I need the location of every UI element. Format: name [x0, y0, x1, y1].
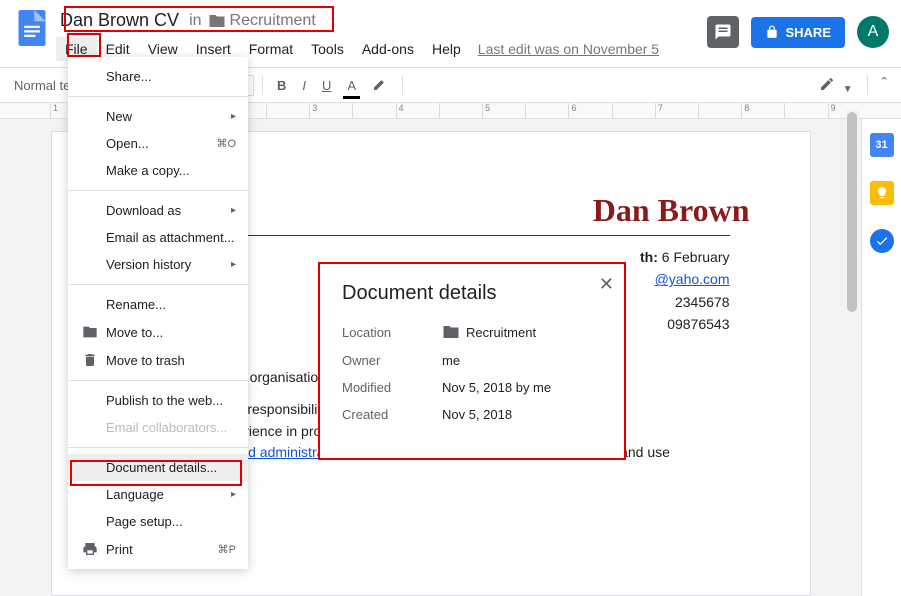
fm-download-as[interactable]: Download as▸ — [68, 197, 248, 224]
hide-menus-button[interactable]: ˆ — [876, 72, 893, 98]
side-panel: 31 — [861, 119, 901, 596]
lock-icon — [765, 25, 779, 39]
dialog-location-label: Location — [342, 325, 442, 340]
document-details-dialog: ✕ Document details Location Recruitment … — [318, 262, 626, 460]
fm-publish[interactable]: Publish to the web... — [68, 387, 248, 414]
fm-email-collab: Email collaborators... — [68, 414, 248, 441]
fm-page-setup[interactable]: Page setup... — [68, 508, 248, 535]
ruler-mark — [698, 103, 741, 118]
dialog-created-label: Created — [342, 407, 442, 422]
vertical-scrollbar[interactable] — [845, 110, 859, 587]
folder-name: Recruitment — [230, 12, 316, 30]
last-edit-link[interactable]: Last edit was on November 5 — [478, 41, 659, 57]
dialog-modified-value: Nov 5, 2018 by me — [442, 380, 602, 395]
underline-button[interactable]: U — [316, 74, 337, 97]
folder-icon — [82, 324, 98, 340]
fm-share[interactable]: Share... — [68, 63, 248, 90]
fm-print[interactable]: Print⌘P — [68, 535, 248, 563]
fm-move-to-trash[interactable]: Move to trash — [68, 346, 248, 374]
menu-tools[interactable]: Tools — [302, 37, 353, 61]
share-label: SHARE — [785, 25, 831, 40]
title-in-label: in — [189, 12, 201, 30]
ruler-mark — [784, 103, 827, 118]
folder-icon — [208, 12, 226, 30]
dialog-close-button[interactable]: ✕ — [599, 274, 614, 295]
fm-move-to[interactable]: Move to... — [68, 318, 248, 346]
chevron-right-icon: ▸ — [231, 489, 236, 500]
dialog-modified-label: Modified — [342, 380, 442, 395]
ruler-mark — [352, 103, 395, 118]
calendar-panel-icon[interactable]: 31 — [870, 133, 894, 157]
fm-new[interactable]: New▸ — [68, 103, 248, 130]
menu-help[interactable]: Help — [423, 37, 470, 61]
fm-language[interactable]: Language▸ — [68, 481, 248, 508]
ruler-mark — [439, 103, 482, 118]
ruler-mark: 7 — [655, 103, 698, 118]
dialog-location-value[interactable]: Recruitment — [442, 323, 602, 341]
folder-icon — [442, 323, 460, 341]
highlight-button[interactable] — [366, 72, 394, 99]
ruler-mark: 8 — [741, 103, 784, 118]
ruler-mark: 5 — [482, 103, 525, 118]
trash-icon — [82, 352, 98, 368]
dialog-created-value: Nov 5, 2018 — [442, 407, 602, 422]
menu-format[interactable]: Format — [240, 37, 302, 61]
comments-button[interactable] — [707, 16, 739, 48]
editing-mode-button[interactable]: ▼ — [813, 72, 859, 99]
fm-version-history[interactable]: Version history▸ — [68, 251, 248, 278]
fm-make-copy[interactable]: Make a copy... — [68, 157, 248, 184]
tasks-panel-icon[interactable] — [870, 229, 894, 253]
account-avatar[interactable]: A — [857, 16, 889, 48]
print-icon — [82, 541, 98, 557]
keep-panel-icon[interactable] — [870, 181, 894, 205]
ruler-mark — [525, 103, 568, 118]
ruler-mark: 4 — [396, 103, 439, 118]
fm-rename[interactable]: Rename... — [68, 291, 248, 318]
ruler-mark: 6 — [568, 103, 611, 118]
docs-app-icon[interactable] — [12, 8, 52, 48]
dialog-owner-value: me — [442, 353, 602, 368]
fm-email-attachment[interactable]: Email as attachment... — [68, 224, 248, 251]
chevron-right-icon: ▸ — [231, 259, 236, 270]
chevron-right-icon: ▸ — [231, 205, 236, 216]
bold-button[interactable]: B — [271, 74, 292, 97]
menu-addons[interactable]: Add-ons — [353, 37, 423, 61]
doc-email[interactable]: @yaho.com — [655, 271, 730, 287]
fm-open[interactable]: Open...⌘O — [68, 130, 248, 157]
text-color-button[interactable]: A — [341, 74, 362, 97]
dialog-title: Document details — [342, 282, 602, 305]
file-menu-dropdown: Share... New▸ Open...⌘O Make a copy... D… — [68, 57, 248, 569]
ruler-mark — [612, 103, 655, 118]
folder-chip[interactable]: Recruitment — [208, 12, 316, 30]
share-button[interactable]: SHARE — [751, 17, 845, 48]
fm-document-details[interactable]: Document details... — [68, 454, 248, 481]
ruler-mark: 3 — [309, 103, 352, 118]
document-title[interactable]: Dan Brown CV — [56, 8, 183, 33]
dialog-owner-label: Owner — [342, 353, 442, 368]
italic-button[interactable]: I — [296, 74, 312, 97]
chevron-right-icon: ▸ — [231, 111, 236, 122]
ruler-mark — [266, 103, 309, 118]
